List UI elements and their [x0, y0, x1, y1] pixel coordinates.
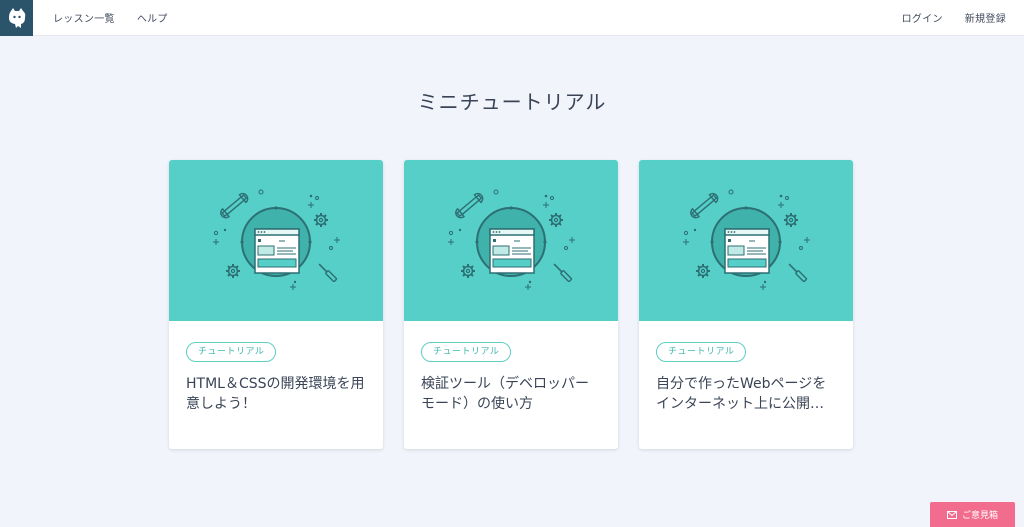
tutorial-card-list: チュートリアル HTML＆CSSの開発環境を用意しよう！ チュートリアル 検証ツ…: [169, 160, 855, 450]
card-illustration: [639, 160, 853, 321]
feedback-button[interactable]: ご意見箱: [930, 502, 1015, 527]
tools-browser-icon: [639, 160, 853, 321]
primary-nav: レッスン一覧 ヘルプ: [53, 10, 190, 25]
card-tag: チュートリアル: [186, 342, 277, 362]
nav-lesson-list[interactable]: レッスン一覧: [53, 10, 115, 25]
card-body: チュートリアル 自分で作ったWebページをインターネット上に公開しよう: [639, 321, 853, 414]
login-link[interactable]: ログイン: [902, 10, 943, 25]
card-title: 自分で作ったWebページをインターネット上に公開しよう: [656, 376, 827, 412]
mail-icon: [946, 510, 957, 519]
card-tag: チュートリアル: [656, 342, 747, 362]
tutorial-card[interactable]: チュートリアル 自分で作ったWebページをインターネット上に公開しよう: [639, 160, 853, 449]
card-tag: チュートリアル: [421, 342, 512, 362]
card-body: チュートリアル HTML＆CSSの開発環境を用意しよう！: [169, 321, 383, 414]
account-nav: ログイン 新規登録: [880, 10, 1006, 25]
signup-link[interactable]: 新規登録: [965, 10, 1006, 25]
tutorial-card[interactable]: チュートリアル HTML＆CSSの開発環境を用意しよう！: [169, 160, 383, 449]
tutorial-card[interactable]: チュートリアル 検証ツール（デベロッパーモード）の使い方: [404, 160, 618, 449]
card-body: チュートリアル 検証ツール（デベロッパーモード）の使い方: [404, 321, 618, 414]
card-title: HTML＆CSSの開発環境を用意しよう！: [186, 376, 365, 412]
card-title: 検証ツール（デベロッパーモード）の使い方: [421, 376, 589, 412]
card-illustration: [169, 160, 383, 321]
card-illustration: [404, 160, 618, 321]
top-header: レッスン一覧 ヘルプ ログイン 新規登録: [0, 0, 1024, 36]
page-title: ミニチュートリアル: [417, 90, 607, 114]
nav-help[interactable]: ヘルプ: [137, 10, 168, 25]
feedback-label: ご意見箱: [961, 511, 998, 521]
tools-browser-icon: [404, 160, 618, 321]
tools-browser-icon: [169, 160, 383, 321]
mascot-logo-icon[interactable]: [0, 0, 33, 36]
